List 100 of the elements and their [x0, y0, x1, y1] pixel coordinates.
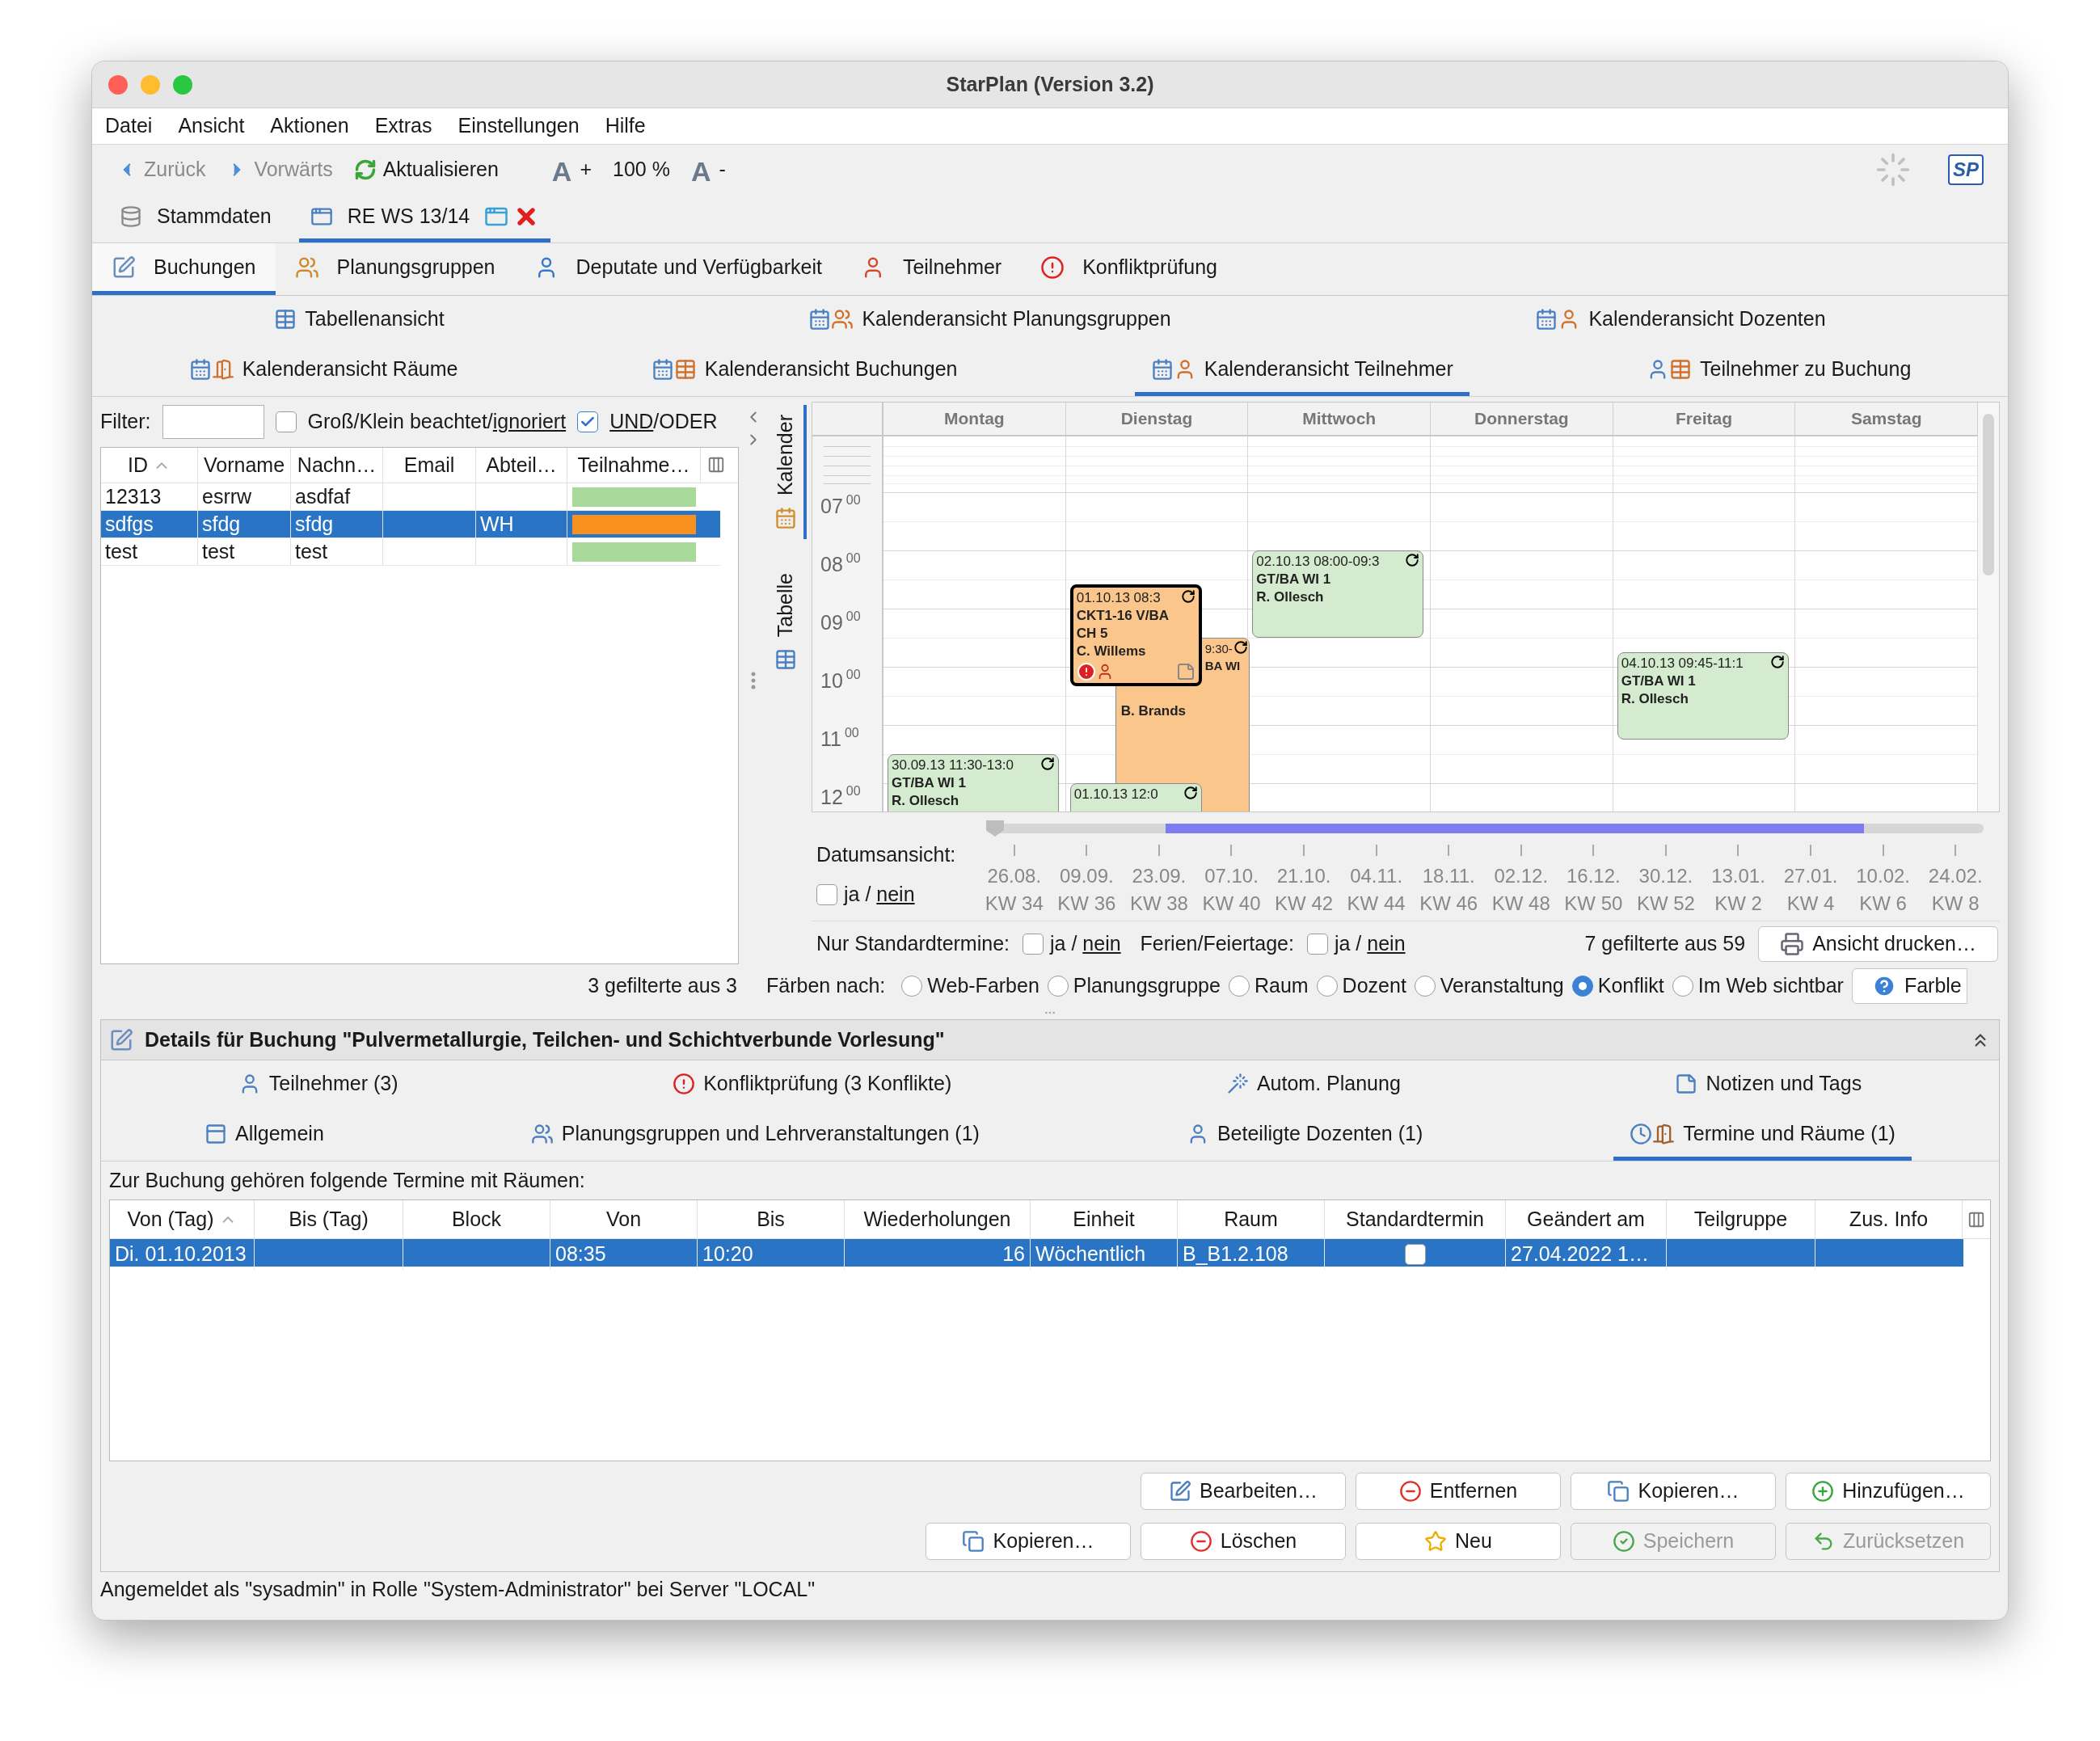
detail-tab[interactable]: Notizen und Tags [1659, 1060, 1879, 1111]
column-header[interactable]: Nachn… [291, 448, 383, 483]
column-header[interactable]: Email [383, 448, 476, 483]
detail-tab[interactable]: Autom. Planung [1209, 1060, 1417, 1111]
maximize-window-button[interactable] [173, 74, 192, 95]
checkbox[interactable] [577, 411, 599, 432]
main-tab[interactable]: Buchungen [92, 243, 276, 295]
menu-item[interactable]: Hilfe [605, 111, 646, 141]
no-link[interactable]: nein [1367, 931, 1406, 955]
no-link[interactable]: nein [1082, 931, 1121, 955]
action-button[interactable]: Kopieren… [926, 1523, 1131, 1560]
action-button[interactable]: Kopieren… [1571, 1473, 1776, 1510]
radio-button[interactable] [1672, 976, 1693, 997]
menu-item[interactable]: Aktionen [270, 111, 349, 141]
checkbox[interactable] [1023, 933, 1044, 955]
column-header[interactable]: Von [550, 1200, 698, 1238]
detail-tab[interactable]: Termine und Räume (1) [1613, 1111, 1912, 1161]
no-link[interactable]: nein [876, 883, 915, 905]
column-header[interactable]: Einheit [1031, 1200, 1178, 1238]
scrollbar-thumb[interactable] [1983, 414, 1994, 575]
event-text: CH 5 [1076, 625, 1109, 643]
view-tab[interactable]: Tabellenansicht [258, 296, 461, 346]
column-header[interactable]: ID [101, 448, 198, 483]
table-row[interactable]: sdfgs sfdg sfdg WH [101, 511, 720, 538]
detail-tab[interactable]: Beteiligte Dozenten (1) [1170, 1111, 1440, 1161]
radio-button[interactable] [1414, 976, 1436, 997]
yes-no-label: ja / nein [1334, 930, 1406, 956]
action-button[interactable]: Neu [1356, 1523, 1561, 1560]
main-tab[interactable]: Planungsgruppen [275, 243, 515, 295]
zoom-out-button[interactable]: A - [690, 154, 726, 185]
calendar-event[interactable]: 02.10.13 08:00-09:3 GT/BA WI 1 R. Ollesch [1252, 550, 1424, 638]
column-header[interactable]: Teilgruppe [1667, 1200, 1815, 1238]
radio-button[interactable] [901, 976, 923, 997]
action-button[interactable]: Bearbeiten… [1141, 1473, 1346, 1510]
view-tab[interactable]: Kalenderansicht Räume [172, 346, 474, 396]
slider-handle[interactable] [986, 820, 1004, 837]
radio-button[interactable] [1047, 976, 1069, 997]
main-tab[interactable]: Deputate und Verfügbarkeit [514, 243, 841, 295]
detail-tab[interactable]: Teilnehmer (3) [221, 1060, 415, 1111]
case-option-link[interactable]: ignoriert [492, 410, 567, 433]
menu-item[interactable]: Ansicht [178, 111, 245, 141]
detail-tab[interactable]: Allgemein [188, 1111, 340, 1161]
calendar-event[interactable]: 01.10.13 08:3 CKT1-16 V/BA CH 5 C. Willems [1069, 584, 1202, 686]
view-tab[interactable]: Teilnehmer zu Buchung [1630, 346, 1928, 396]
column-header[interactable]: Teilnahme… [567, 448, 701, 483]
view-tab[interactable]: Kalenderansicht Teilnehmer [1134, 346, 1470, 396]
filter-field[interactable] [162, 405, 264, 439]
view-tab[interactable]: Kalenderansicht Buchungen [635, 346, 974, 396]
document-tab[interactable]: Stammdaten [108, 195, 283, 242]
column-header[interactable]: Bis [698, 1200, 845, 1238]
radio-button[interactable] [1571, 976, 1593, 997]
color-legend-button[interactable]: Farble [1851, 968, 1967, 1005]
main-tab[interactable]: Teilnehmer [841, 243, 1022, 295]
action-button[interactable]: Entfernen [1356, 1473, 1561, 1510]
column-header[interactable]: Vorname [198, 448, 291, 483]
calendar-event[interactable]: 01.10.13 12:0 [1069, 783, 1202, 811]
view-tab[interactable]: Kalenderansicht Dozenten [1519, 296, 1842, 346]
view-tab[interactable]: Kalenderansicht Planungsgruppen [792, 296, 1187, 346]
hour-label: 11 [820, 727, 841, 751]
table-icon [673, 357, 697, 381]
column-header[interactable]: Bis (Tag) [255, 1200, 403, 1238]
checkbox[interactable] [1306, 933, 1328, 955]
action-button[interactable]: Löschen [1141, 1523, 1346, 1560]
document-tab[interactable]: RE WS 13/14 [298, 195, 551, 242]
calendar-event[interactable]: 30.09.13 11:30-13:0 GT/BA WI 1 R. Ollesch [888, 754, 1059, 811]
radio-button[interactable] [1316, 976, 1338, 997]
close-window-button[interactable] [108, 74, 128, 95]
column-header[interactable]: Geändert am [1506, 1200, 1667, 1238]
radio-button[interactable] [1228, 976, 1250, 997]
print-view-button[interactable]: Ansicht drucken… [1758, 925, 1998, 962]
checkbox[interactable] [816, 883, 837, 905]
checkbox[interactable] [275, 411, 297, 432]
column-header[interactable]: Wiederholungen [845, 1200, 1031, 1238]
detail-tab[interactable]: Konfliktprüfung (3 Konflikte) [656, 1060, 968, 1111]
side-tab[interactable]: Kalender [768, 405, 807, 540]
main-tab[interactable]: Konfliktprüfung [1021, 243, 1237, 295]
checkbox[interactable] [1404, 1243, 1426, 1265]
and-link[interactable]: UND [609, 410, 654, 433]
menu-item[interactable]: Extras [374, 111, 432, 141]
detail-tab[interactable]: Planungsgruppen und Lehrveranstaltungen (1) [514, 1111, 996, 1161]
date-slider[interactable] [986, 820, 1984, 838]
table-row[interactable]: test test test [101, 538, 720, 566]
action-button[interactable]: Hinzufügen… [1786, 1473, 1991, 1510]
column-header[interactable]: Zus. Info [1815, 1200, 1963, 1238]
column-header[interactable]: Abteil… [476, 448, 567, 483]
column-header[interactable]: Standardtermin [1325, 1200, 1506, 1238]
column-header[interactable]: Von (Tag) [110, 1200, 255, 1238]
side-tab[interactable]: Tabelle [768, 563, 807, 681]
column-header[interactable]: Block [403, 1200, 550, 1238]
minute-label: 00 [845, 785, 861, 798]
refresh-button[interactable]: Aktualisieren [353, 154, 499, 185]
zoom-in-button[interactable]: A + [551, 154, 592, 185]
day-header: Montag [944, 408, 1005, 430]
menu-item[interactable]: Einstellungen [458, 111, 580, 141]
calendar-event[interactable]: 04.10.13 09:45-11:1 GT/BA WI 1 R. Ollesch [1617, 652, 1789, 740]
radio-label: Raum [1254, 973, 1309, 999]
column-header[interactable]: Raum [1178, 1200, 1325, 1238]
menu-item[interactable]: Datei [105, 111, 153, 141]
copy-icon [962, 1530, 985, 1553]
event-text: BA WI [1204, 658, 1242, 673]
